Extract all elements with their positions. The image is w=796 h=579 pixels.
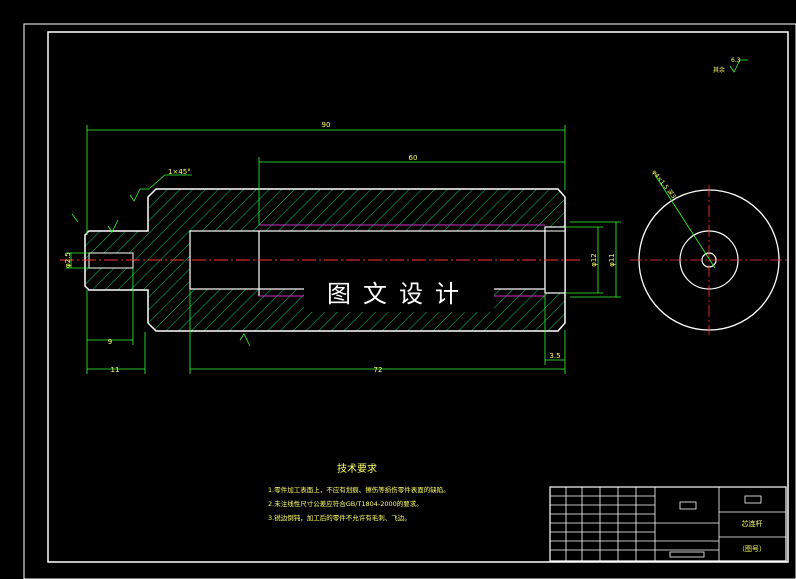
tech-requirements: 技术要求 1.零件加工表面上，不应有划痕、擦伤等损伤零件表面的缺陷。 2.未注线… — [268, 462, 450, 522]
watermark: 图文设计 — [304, 270, 494, 312]
drawing-number: （图号） — [738, 545, 766, 553]
dim-pin-dia: φ2.5 — [64, 252, 72, 268]
dim-bore-to-end: 72 — [374, 366, 383, 374]
dim-chamfer: 1×45° — [168, 168, 191, 176]
dim-9: 9 — [108, 338, 112, 346]
part-name: 芯连杆 — [742, 519, 763, 528]
end-view: φ4×1.5 深3 — [630, 168, 790, 335]
tech-req-item-3: 3.锐边倒钝，加工后的零件不允许有毛刺、飞边。 — [268, 513, 411, 522]
tech-req-title: 技术要求 — [337, 462, 377, 475]
section-label: φ4×1.5 深3 — [650, 168, 677, 200]
roughness-rest-label: 其余 — [713, 66, 725, 74]
dim-bore-depth: 60 — [409, 154, 418, 162]
dim-3-5: 3.5 — [549, 352, 560, 360]
dim-outer-dia: φ11 — [608, 253, 616, 267]
dim-overall: 90 — [322, 121, 331, 129]
tech-req-item-2: 2.未注线性尺寸公差应符合GB/T1804-2000的要求。 — [268, 499, 423, 508]
dim-11: 11 — [111, 366, 120, 374]
dim-bore-dia: φ12 — [590, 253, 598, 267]
roughness-general: 6.3 — [731, 57, 741, 64]
tech-req-item-1: 1.零件加工表面上，不应有划痕、擦伤等损伤零件表面的缺陷。 — [268, 485, 450, 494]
